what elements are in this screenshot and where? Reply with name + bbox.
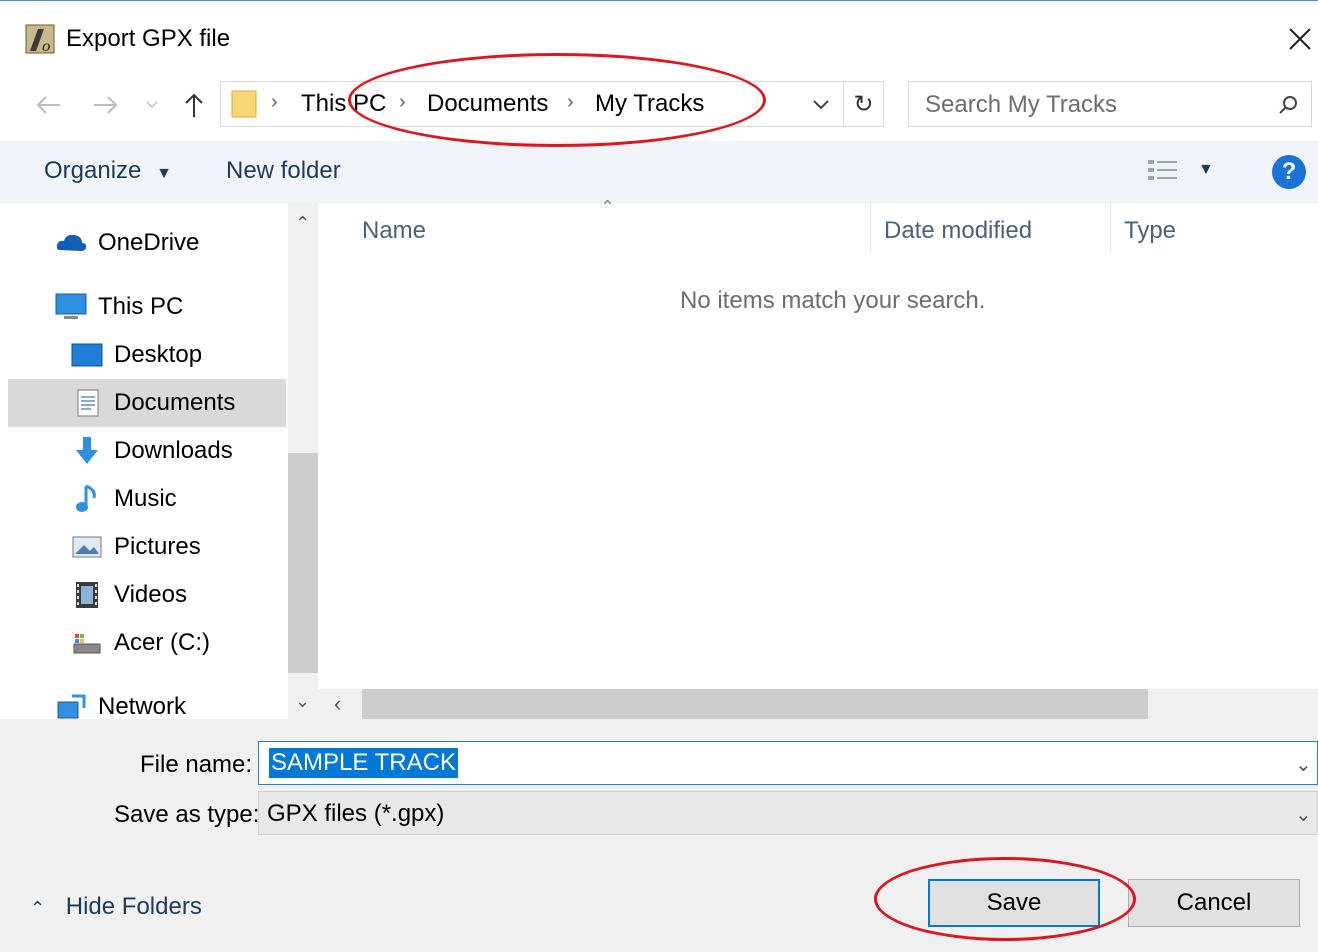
scrollbar-thumb[interactable] [362,689,1148,719]
documents-icon [77,389,99,417]
chevron-up-icon[interactable]: ⌃ [295,213,310,234]
nav-label: Network [98,693,187,719]
nav-item-pictures[interactable]: Pictures [8,523,286,571]
refresh-icon: ↻ [853,90,874,118]
arrow-up-icon [185,93,203,117]
column-divider[interactable] [870,203,871,253]
up-button[interactable] [176,87,212,123]
nav-item-desktop[interactable]: Desktop [8,331,286,379]
music-icon [76,484,96,512]
nav-label: Acer (C:) [114,629,210,656]
nav-item-onedrive[interactable]: OneDrive [8,219,286,267]
file-name-label: File name: [140,751,253,778]
nav-label: Downloads [114,437,233,464]
chevron-down-icon: ⌄ [1295,804,1312,826]
back-button[interactable] [30,87,66,123]
breadcrumb-separator: › [271,91,278,113]
chevron-down-icon [146,101,158,109]
chevron-left-icon[interactable]: ‹ [334,691,341,717]
scrollbar-thumb[interactable] [288,453,318,673]
arrow-right-icon [94,96,118,114]
empty-message: No items match your search. [680,287,986,314]
view-options-icon[interactable] [1146,157,1180,185]
column-divider[interactable] [1110,203,1111,253]
help-button[interactable]: ? [1272,155,1306,189]
search-box[interactable]: Search My Tracks [908,81,1312,127]
view-dropdown-icon[interactable]: ▼ [1198,161,1214,179]
file-name-field[interactable]: SAMPLE TRACK ⌄ [258,741,1318,785]
arrow-left-icon [36,96,60,114]
nav-item-acer-c[interactable]: Acer (C:) [8,619,286,667]
onedrive-icon [56,234,87,251]
nav-label: Videos [114,581,187,608]
chevron-down-icon[interactable]: ⌄ [1295,752,1312,777]
column-header-name[interactable]: Name [362,217,426,245]
breadcrumb-separator: › [567,91,574,113]
svg-text:o: o [42,39,50,55]
forward-button[interactable] [88,87,124,123]
nav-item-downloads[interactable]: Downloads [8,427,286,475]
title-bar: o Export GPX file [0,1,1318,73]
save-as-type-select[interactable]: GPX files (*.gpx) ⌄ [258,791,1318,835]
breadcrumb-documents[interactable]: Documents [427,90,548,118]
pictures-icon [72,536,102,558]
drive-icon [73,634,101,654]
desktop-icon [71,343,103,367]
dropdown-caret-icon: ▼ [156,165,172,182]
file-name-value[interactable]: SAMPLE TRACK [269,748,458,778]
chevron-up-icon: ⌃ [30,898,46,918]
computer-icon [55,293,87,319]
save-form: File name: SAMPLE TRACK ⌄ Save as type: … [0,719,1318,952]
file-list: ⌃ Name Date modified Type No items match… [318,197,1318,689]
organize-menu[interactable]: Organize ▼ [44,157,172,185]
nav-label: Pictures [114,533,201,560]
nav-label: Documents [114,389,236,416]
chevron-down-icon[interactable]: ⌄ [295,691,310,712]
videos-icon [76,582,98,608]
recent-locations-button[interactable] [142,87,162,123]
nav-item-music[interactable]: Music [8,475,286,523]
app-icon: o [25,24,55,55]
folder-icon [231,90,257,118]
nav-item-documents[interactable]: Documents [8,379,286,427]
close-icon [1289,28,1311,50]
command-bar: Organize ▼ New folder ▼ ? [0,141,1318,203]
file-list-scrollbar[interactable]: ‹ [318,689,1318,719]
sort-ascending-icon: ⌃ [600,197,616,217]
nav-label: This PC [98,293,184,320]
breadcrumb-this-pc[interactable]: This PC [301,90,386,118]
save-as-type-value: GPX files (*.gpx) [267,800,445,827]
downloads-icon [76,437,98,464]
save-button[interactable]: Save [928,879,1100,927]
save-as-type-label: Save as type: [114,801,260,828]
nav-label: Music [114,485,177,512]
nav-item-network[interactable]: Network [8,683,286,719]
new-folder-button[interactable]: New folder [226,157,341,185]
column-header-date-modified[interactable]: Date modified [884,217,1032,245]
nav-item-this-pc[interactable]: This PC [8,283,286,331]
nav-label: OneDrive [98,229,200,256]
refresh-button[interactable]: ↻ [844,81,884,127]
network-icon [57,694,86,719]
address-bar[interactable]: › This PC › Documents › My Tracks [220,81,844,127]
export-gpx-dialog: o Export GPX file › This PC › Documents … [0,0,1318,952]
close-button[interactable] [1282,21,1318,57]
chevron-down-icon[interactable] [811,94,831,114]
breadcrumb-separator: › [399,91,406,113]
breadcrumb-my-tracks[interactable]: My Tracks [595,90,704,118]
column-header-type[interactable]: Type [1124,217,1176,245]
cancel-button[interactable]: Cancel [1128,879,1300,927]
nav-item-videos[interactable]: Videos [8,571,286,619]
navigation-scrollbar[interactable]: ⌃ ⌄ [288,203,318,719]
window-title: Export GPX file [66,25,231,52]
navigation-pane: OneDrive This PC Desktop Documents Downl… [8,203,288,719]
search-input[interactable]: Search My Tracks [925,91,1117,119]
nav-label: Desktop [114,341,203,368]
organize-label: Organize [44,157,142,184]
hide-folders-toggle[interactable]: ⌃ Hide Folders [30,893,202,921]
hide-folders-label: Hide Folders [65,893,202,920]
search-icon [1279,96,1297,114]
